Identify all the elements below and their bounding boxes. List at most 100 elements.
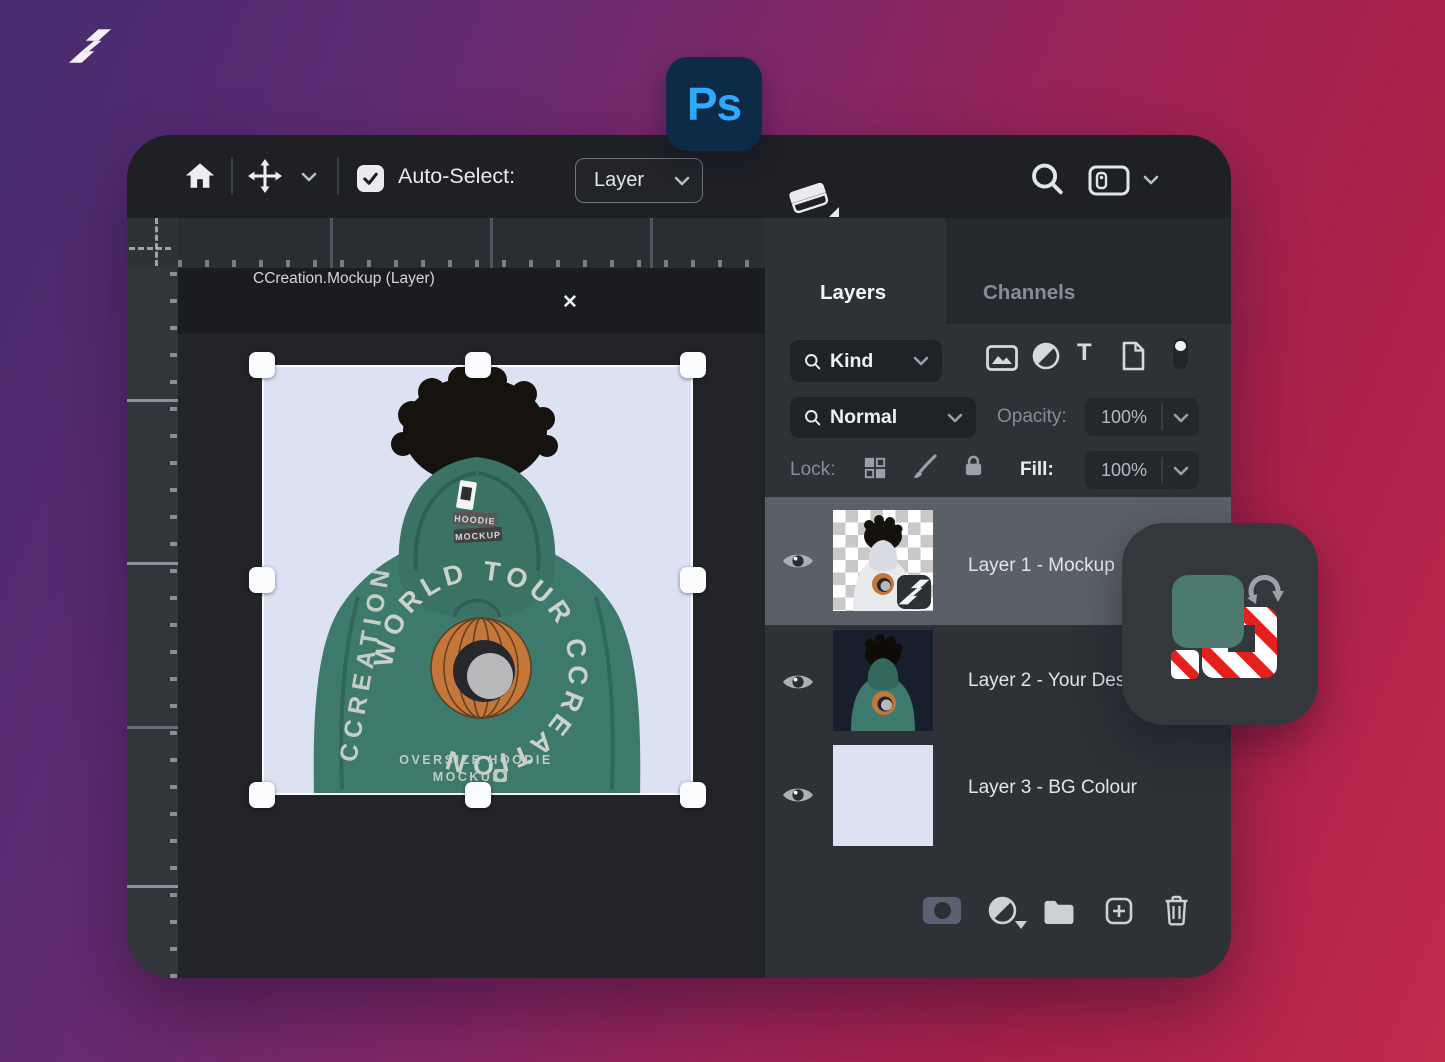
- ruler-ticks: [170, 218, 177, 978]
- ruler-ticks: [178, 260, 765, 267]
- transform-handle-bottom-right[interactable]: [680, 782, 706, 808]
- transform-handle-bottom-left[interactable]: [249, 782, 275, 808]
- toggle-knob: [1175, 341, 1186, 352]
- document-tab[interactable]: CCreation.Mockup (Layer) ✕: [178, 268, 765, 334]
- opacity-label: Opacity:: [997, 406, 1067, 428]
- ruler-major-tick: [490, 218, 493, 268]
- visibility-eye-icon[interactable]: [781, 550, 815, 572]
- horizontal-ruler[interactable]: [178, 218, 765, 268]
- kind-filter-dropdown[interactable]: Kind: [790, 340, 942, 382]
- opacity-value: 100%: [1101, 407, 1147, 428]
- teal-swatch-shape: [1172, 575, 1244, 648]
- blend-mode-value: Normal: [830, 406, 897, 429]
- lock-transparency-icon[interactable]: [863, 456, 887, 480]
- layer-thumbnail[interactable]: [833, 745, 933, 846]
- chevron-down-icon: [947, 413, 963, 423]
- new-layer-icon[interactable]: [1105, 897, 1133, 925]
- vertical-ruler[interactable]: [127, 218, 178, 978]
- layer-name: Layer 1 - Mockup: [968, 555, 1115, 577]
- lock-label: Lock:: [790, 459, 835, 481]
- checkmark-icon: [361, 169, 380, 188]
- adjustment-layer-filter-icon[interactable]: [1032, 342, 1060, 370]
- search-icon[interactable]: [1030, 161, 1064, 196]
- search-icon: [804, 409, 821, 426]
- lock-all-icon[interactable]: [961, 453, 986, 479]
- pixel-layer-filter-icon[interactable]: [986, 345, 1018, 371]
- divider: [1161, 404, 1163, 430]
- photoshop-app-icon: Ps: [666, 57, 762, 151]
- auto-select-label: Auto-Select:: [398, 164, 515, 189]
- tab-channels-label[interactable]: Channels: [983, 281, 1075, 305]
- adjustment-layer-icon[interactable]: [988, 896, 1017, 925]
- layer-thumbnail[interactable]: [833, 510, 933, 611]
- shape-layer-filter-icon[interactable]: [1120, 341, 1146, 371]
- layer-name: Layer 2 - Your Des: [968, 670, 1125, 692]
- lock-paint-icon[interactable]: [911, 453, 938, 480]
- kind-filter-label: Kind: [830, 350, 873, 373]
- ruler-guide: [127, 399, 178, 402]
- transform-handle-bottom-center[interactable]: [465, 782, 491, 808]
- fill-value: 100%: [1101, 460, 1147, 481]
- layer-row[interactable]: Layer 3 - BG Colour: [765, 740, 1231, 865]
- search-icon: [804, 353, 821, 370]
- hero-scene: Ps Auto-Select: Layer: [0, 0, 1445, 1062]
- workspace-icon[interactable]: [1088, 165, 1130, 196]
- ps-badge-label: Ps: [687, 77, 741, 131]
- layer-name: Layer 3 - BG Colour: [968, 777, 1137, 799]
- chevron-down-icon[interactable]: [1173, 413, 1189, 423]
- transform-handle-top-left[interactable]: [249, 352, 275, 378]
- transform-handle-mid-left[interactable]: [249, 567, 275, 593]
- delete-layer-icon[interactable]: [1163, 895, 1190, 926]
- guide-crosshair-vertical: [155, 218, 158, 266]
- photoshop-window: Auto-Select: Layer: [127, 135, 1231, 978]
- type-layer-filter-icon[interactable]: T: [1077, 339, 1092, 367]
- ccreation-logo-icon: [66, 25, 114, 67]
- toolbar-divider: [337, 157, 339, 195]
- divider: [1161, 457, 1163, 483]
- move-tool-icon[interactable]: [248, 159, 282, 193]
- toolbar-divider: [231, 157, 233, 195]
- eraser-tool-icon[interactable]: [785, 171, 841, 217]
- ccreation-logo-icon: [897, 575, 931, 609]
- dropdown-value: Layer: [594, 169, 644, 192]
- chevron-down-icon[interactable]: [1173, 466, 1189, 476]
- smart-object-badge: [897, 575, 931, 609]
- visibility-eye-icon[interactable]: [781, 784, 815, 806]
- fill-label: Fill:: [1020, 459, 1054, 481]
- add-mask-icon[interactable]: [923, 897, 961, 924]
- ruler-major-tick: [330, 218, 333, 268]
- transform-selection-outline: [262, 365, 693, 795]
- opacity-input[interactable]: 100%: [1085, 398, 1199, 436]
- fill-input[interactable]: 100%: [1085, 451, 1199, 489]
- chevron-down-icon: [674, 176, 690, 186]
- group-folder-icon[interactable]: [1042, 898, 1076, 925]
- filter-toggle-switch[interactable]: [1173, 338, 1188, 369]
- tab-layers[interactable]: Layers: [820, 281, 886, 305]
- auto-select-checkbox[interactable]: [357, 165, 384, 192]
- replace-arrows-icon: [1242, 569, 1288, 613]
- design-thumb-art: [833, 630, 933, 731]
- ruler-guide: [127, 885, 178, 888]
- ruler-major-tick: [650, 218, 653, 268]
- transform-handle-mid-right[interactable]: [680, 567, 706, 593]
- blend-mode-dropdown[interactable]: Normal: [790, 397, 976, 438]
- small-striped-shape: [1171, 650, 1199, 679]
- tab-channels[interactable]: [946, 218, 1231, 324]
- layer-thumbnail[interactable]: [833, 630, 933, 731]
- document-title: CCreation.Mockup (Layer): [253, 270, 435, 288]
- chevron-down-icon: [913, 356, 929, 366]
- chevron-down-icon[interactable]: [301, 172, 317, 182]
- ruler-guide: [127, 726, 178, 729]
- close-icon[interactable]: ✕: [558, 290, 582, 314]
- ruler-corner: [127, 218, 178, 268]
- replace-design-badge: [1122, 523, 1318, 725]
- visibility-eye-icon[interactable]: [781, 671, 815, 693]
- chevron-down-icon[interactable]: [1143, 175, 1159, 185]
- guide-crosshair-horizontal: [129, 247, 171, 250]
- transform-handle-top-right[interactable]: [680, 352, 706, 378]
- auto-select-target-dropdown[interactable]: Layer: [575, 158, 703, 203]
- home-icon[interactable]: [185, 160, 215, 191]
- ruler-guide: [127, 562, 178, 565]
- mask-dot: [934, 902, 951, 919]
- transform-handle-top-center[interactable]: [465, 352, 491, 378]
